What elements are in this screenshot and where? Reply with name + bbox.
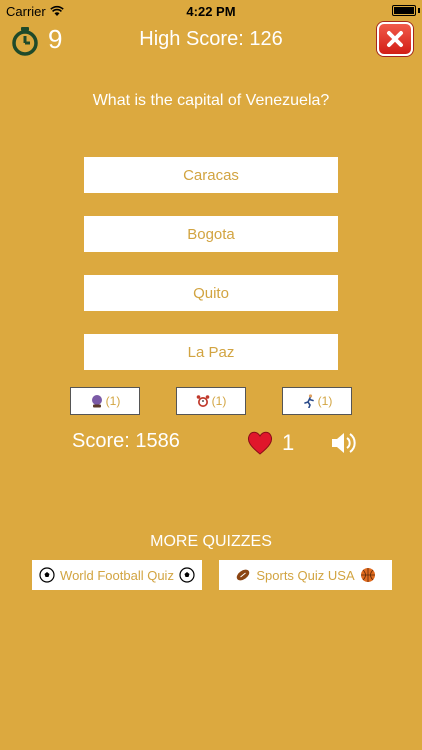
- question-text: What is the capital of Venezuela?: [92, 92, 330, 109]
- crystal-ball-icon: [91, 395, 102, 408]
- lives-count: 1: [282, 430, 295, 455]
- close-icon: [387, 31, 403, 47]
- promo-label: World Football Quiz: [60, 567, 174, 583]
- alarm-clock-icon: [196, 395, 209, 407]
- lifeline-runner-button[interactable]: (1): [282, 387, 352, 415]
- answer-button-1[interactable]: Caracas: [84, 157, 338, 193]
- lifeline-count: (1): [317, 394, 333, 408]
- clock-time: 4:22 PM: [186, 4, 236, 19]
- answer-button-2[interactable]: Bogota: [84, 216, 338, 252]
- score-label: Score: 1586: [72, 430, 180, 452]
- sports-quiz-usa-button[interactable]: Sports Quiz USA: [219, 560, 392, 590]
- basketball-icon: [360, 568, 375, 582]
- heart-icon: [247, 431, 273, 455]
- soccer-ball-icon: [179, 567, 195, 583]
- battery-tip: [418, 8, 420, 13]
- lifeline-count: (1): [105, 394, 121, 408]
- lifeline-crystal-ball-button[interactable]: (1): [70, 387, 140, 415]
- more-quizzes-title: MORE QUIZZES: [150, 533, 272, 550]
- close-button[interactable]: [377, 22, 413, 56]
- world-football-quiz-button[interactable]: World Football Quiz: [32, 560, 202, 590]
- american-football-icon: [237, 569, 250, 581]
- promo-label: Sports Quiz USA: [256, 567, 355, 583]
- soccer-ball-icon: [39, 567, 55, 583]
- lifeline-alarm-clock-button[interactable]: (1): [176, 387, 246, 415]
- lifeline-count: (1): [211, 394, 227, 408]
- battery-icon: [392, 5, 416, 16]
- speaker-icon[interactable]: [329, 429, 359, 457]
- high-score: High Score: 126: [139, 28, 283, 50]
- running-person-icon: [303, 394, 314, 408]
- answer-button-4[interactable]: La Paz: [84, 334, 338, 370]
- answer-button-3[interactable]: Quito: [84, 275, 338, 311]
- status-bar: Carrier 4:22 PM: [0, 0, 422, 22]
